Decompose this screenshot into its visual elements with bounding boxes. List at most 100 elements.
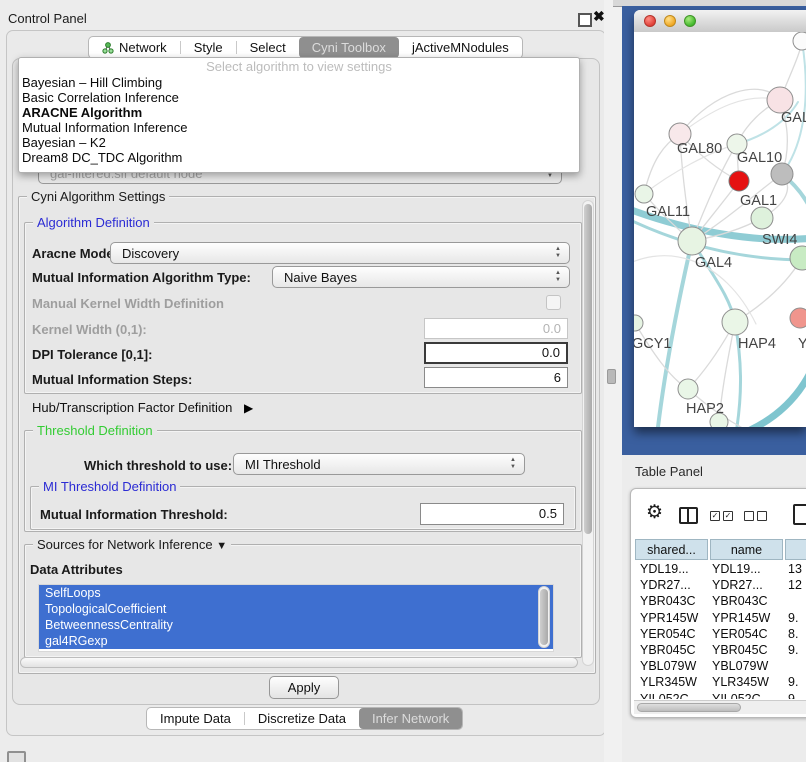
table-cell: 12	[788, 578, 802, 592]
tab-label: Cyni Toolbox	[312, 40, 386, 55]
new-table-icon[interactable]	[793, 504, 806, 525]
tab-cyni-toolbox[interactable]: Cyni Toolbox	[299, 37, 399, 58]
attribute-item[interactable]: SelfLoops	[39, 585, 553, 601]
table-horizontal-scrollbar[interactable]	[634, 700, 806, 714]
network-node[interactable]	[635, 185, 653, 203]
table-header-cell[interactable]: A	[785, 539, 806, 560]
network-node[interactable]	[790, 308, 806, 328]
hub-definition-expander[interactable]: Hub/Transcription Factor Definition ▶	[32, 400, 253, 415]
settings-horizontal-scrollbar[interactable]	[20, 657, 578, 668]
gear-icon[interactable]: ⚙	[646, 503, 663, 523]
table-row[interactable]: YBL079WYBL079W	[635, 659, 806, 675]
network-edge[interactable]	[680, 98, 780, 134]
network-edge[interactable]	[680, 89, 780, 134]
tab-discretize-data[interactable]: Discretize Data	[245, 708, 359, 729]
algorithm-option[interactable]: Bayesian – Hill Climbing	[19, 75, 579, 90]
kernel-width-label: Kernel Width (0,1):	[32, 322, 147, 337]
table-row[interactable]: YIL052CYIL052C9	[635, 692, 806, 699]
network-node[interactable]	[751, 207, 773, 229]
network-node[interactable]	[793, 32, 806, 50]
which-threshold-combobox[interactable]: MI Threshold ▲▼	[233, 453, 525, 475]
mi-steps-label: Mutual Information Steps:	[32, 372, 192, 387]
network-canvas[interactable]: GALGAL80GAL10GAL1GAL11SWI4GAL4GCY1HAP4YH…	[634, 32, 806, 427]
deselect-check-icon[interactable]	[744, 511, 754, 521]
network-window-titlebar[interactable]	[634, 10, 806, 33]
dpi-tolerance-field[interactable]: 0.0	[424, 342, 568, 364]
mi-type-combobox[interactable]: Naive Bayes ▲▼	[272, 266, 570, 288]
close-icon[interactable]: ✖	[593, 8, 605, 25]
network-node-label: SWI4	[762, 232, 797, 248]
network-node[interactable]	[634, 315, 643, 331]
table-cell: YBR045C	[640, 643, 696, 657]
columns-icon[interactable]	[679, 507, 698, 524]
attribute-item[interactable]: TopologicalCoefficient	[39, 601, 553, 617]
network-node[interactable]	[790, 246, 806, 270]
which-threshold-value: MI Threshold	[245, 457, 321, 472]
algorithm-option[interactable]: Dream8 DC_TDC Algorithm	[19, 150, 579, 165]
algorithm-option[interactable]: Basic Correlation Inference	[19, 90, 579, 105]
network-node[interactable]	[722, 309, 748, 335]
network-window: GALGAL80GAL10GAL1GAL11SWI4GAL4GCY1HAP4YH…	[634, 10, 806, 427]
tab-infer-network[interactable]: Infer Network	[359, 708, 462, 729]
table-header-cell[interactable]: shared...	[635, 539, 708, 560]
network-node[interactable]	[729, 171, 749, 191]
table-body: YDL19...YDL19...13YDR27...YDR27...12YBR0…	[635, 562, 806, 699]
network-node[interactable]	[771, 163, 793, 185]
aracne-mode-combobox[interactable]: Discovery ▲▼	[110, 242, 570, 264]
kernel-width-field[interactable]: 0.0	[424, 318, 568, 339]
split-pane-handle[interactable]	[607, 369, 616, 384]
zoom-window-icon[interactable]	[684, 15, 696, 27]
hub-definition-label: Hub/Transcription Factor Definition	[32, 400, 232, 415]
network-node-label: GAL	[781, 110, 806, 126]
restore-panel-icon[interactable]	[7, 751, 26, 762]
table-cell: YER054C	[640, 627, 696, 641]
network-tab-icon	[102, 42, 114, 54]
table-row[interactable]: YPR145WYPR145W9.	[635, 611, 806, 627]
sources-group-title[interactable]: Sources for Network Inference ▼	[33, 537, 231, 552]
network-node-label: HAP4	[738, 336, 776, 352]
tab-label: Infer Network	[372, 711, 449, 726]
network-node[interactable]	[678, 379, 698, 399]
data-attributes-list[interactable]: SelfLoopsTopologicalCoefficientBetweenne…	[38, 584, 554, 652]
algorithm-option[interactable]: ARACNE Algorithm	[19, 105, 579, 120]
table-row[interactable]: YBR045CYBR045C9.	[635, 643, 806, 659]
network-node[interactable]	[678, 227, 706, 255]
table-row[interactable]: YLR345WYLR345W9.	[635, 675, 806, 691]
apply-button[interactable]: Apply	[269, 676, 339, 699]
attribute-item[interactable]: BetweennessCentrality	[39, 617, 553, 633]
select-all-check-icon[interactable]: ✓	[723, 511, 733, 521]
table-row[interactable]: YDR27...YDR27...12	[635, 578, 806, 594]
table-header-row: shared...nameA	[635, 539, 806, 562]
table-cell: YBR045C	[712, 643, 768, 657]
attributes-list-scrollbar[interactable]	[538, 586, 550, 648]
mi-steps-field[interactable]: 6	[424, 367, 568, 388]
table-row[interactable]: YER054CYER054C8.	[635, 627, 806, 643]
minimize-window-icon[interactable]	[664, 15, 676, 27]
tab-impute-data[interactable]: Impute Data	[147, 708, 244, 729]
table-cell: 9.	[788, 611, 798, 625]
settings-vertical-scrollbar[interactable]	[582, 200, 594, 666]
tab-select[interactable]: Select	[237, 37, 299, 58]
tab-network[interactable]: Network	[89, 37, 180, 58]
attribute-item[interactable]: gal4RGexp	[39, 633, 553, 649]
select-all-check-icon[interactable]: ✓	[710, 511, 720, 521]
algorithm-option[interactable]: Bayesian – K2	[19, 135, 579, 150]
network-edge[interactable]	[635, 323, 688, 389]
table-cell: YLR345W	[712, 675, 769, 689]
float-panel-icon[interactable]	[578, 13, 592, 27]
close-window-icon[interactable]	[644, 15, 656, 27]
control-panel-tabs: NetworkStyleSelect Cyni Toolbox jActiveMNo…	[88, 36, 523, 59]
tab-style[interactable]: Style	[181, 37, 236, 58]
table-row[interactable]: YBR043CYBR043C	[635, 594, 806, 610]
mi-threshold-field[interactable]: 0.5	[420, 503, 564, 525]
aracne-mode-value: Discovery	[122, 246, 179, 261]
table-cell: YBR043C	[640, 594, 696, 608]
table-header-cell[interactable]: name	[710, 539, 783, 560]
manual-kernel-checkbox[interactable]	[546, 295, 561, 310]
tab-label: Impute Data	[160, 711, 231, 726]
network-edge[interactable]	[746, 360, 806, 427]
deselect-check-icon[interactable]	[757, 511, 767, 521]
tab-jactivemnodules[interactable]: jActiveMNodules	[399, 37, 522, 58]
algorithm-option[interactable]: Mutual Information Inference	[19, 120, 579, 135]
table-row[interactable]: YDL19...YDL19...13	[635, 562, 806, 578]
